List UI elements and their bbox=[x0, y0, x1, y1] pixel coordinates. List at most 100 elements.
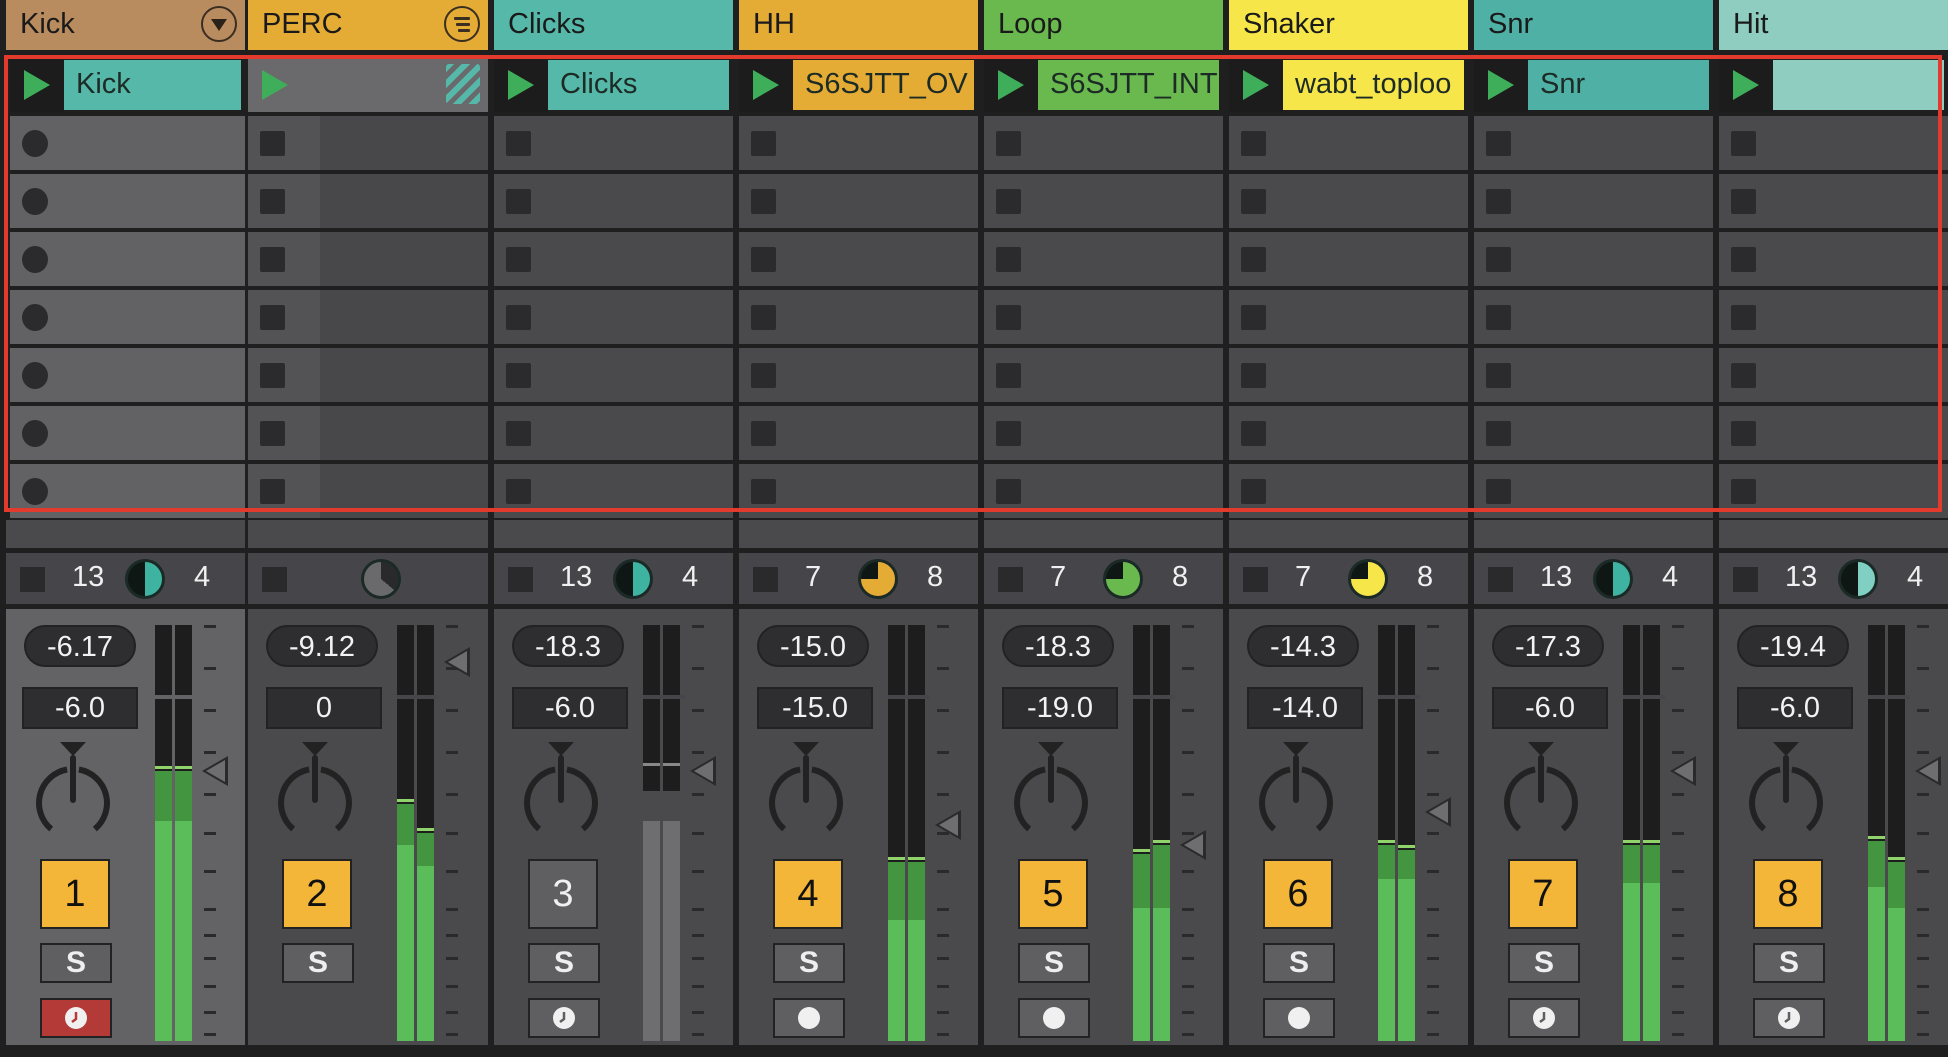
volume-fader-handle[interactable] bbox=[1180, 830, 1206, 861]
clip[interactable]: Kick bbox=[64, 60, 241, 110]
volume-fader-handle[interactable] bbox=[1915, 755, 1941, 786]
stop-clip-icon[interactable] bbox=[1486, 421, 1511, 446]
stop-clip-icon[interactable] bbox=[260, 131, 285, 156]
volume-fader-handle[interactable] bbox=[444, 647, 470, 678]
stop-clip-icon[interactable] bbox=[1241, 305, 1266, 330]
empty-clip-slot[interactable] bbox=[248, 348, 488, 402]
pan-knob[interactable] bbox=[1008, 742, 1094, 838]
empty-clip-slot[interactable] bbox=[1474, 406, 1713, 460]
stop-all-clips-button[interactable] bbox=[20, 567, 45, 592]
stop-clip-icon[interactable] bbox=[1731, 189, 1756, 214]
clip[interactable]: wabt_toploo bbox=[1283, 60, 1464, 110]
stop-all-clips-button[interactable] bbox=[753, 567, 778, 592]
stop-all-clips-button[interactable] bbox=[1243, 567, 1268, 592]
empty-clip-slot[interactable] bbox=[1474, 348, 1713, 402]
empty-clip-slot[interactable] bbox=[1719, 406, 1948, 460]
stop-clip-icon[interactable] bbox=[1241, 247, 1266, 272]
empty-clip-slot[interactable] bbox=[739, 116, 978, 170]
empty-clip-slot[interactable] bbox=[10, 406, 245, 460]
empty-clip-slot[interactable] bbox=[1719, 290, 1948, 344]
play-icon[interactable] bbox=[1488, 70, 1514, 100]
empty-clip-slot[interactable] bbox=[1229, 116, 1468, 170]
track-activator-button[interactable]: 6 bbox=[1263, 859, 1333, 929]
stop-clip-icon[interactable] bbox=[1486, 131, 1511, 156]
clip-slot[interactable]: Kick bbox=[10, 58, 245, 112]
stop-clip-icon[interactable] bbox=[260, 363, 285, 388]
play-icon[interactable] bbox=[1243, 70, 1269, 100]
stop-clip-icon[interactable] bbox=[1241, 421, 1266, 446]
play-icon[interactable] bbox=[753, 70, 779, 100]
pan-knob[interactable] bbox=[30, 742, 116, 838]
stop-clip-icon[interactable] bbox=[1731, 305, 1756, 330]
pan-knob[interactable] bbox=[1743, 742, 1829, 838]
stop-clip-icon[interactable] bbox=[1486, 247, 1511, 272]
stop-clip-icon[interactable] bbox=[751, 189, 776, 214]
empty-clip-slot[interactable] bbox=[1229, 232, 1468, 286]
empty-clip-slot[interactable] bbox=[1719, 232, 1948, 286]
clip[interactable]: Snr bbox=[1528, 60, 1709, 110]
empty-clip-slot[interactable] bbox=[494, 232, 733, 286]
empty-clip-slot[interactable] bbox=[248, 232, 488, 286]
play-icon[interactable] bbox=[1733, 70, 1759, 100]
stop-clip-icon[interactable] bbox=[1486, 479, 1511, 504]
stop-clip-icon[interactable] bbox=[506, 421, 531, 446]
pan-knob[interactable] bbox=[1253, 742, 1339, 838]
empty-clip-slot[interactable] bbox=[1474, 174, 1713, 228]
track-activator-button[interactable]: 3 bbox=[528, 859, 598, 929]
empty-clip-slot[interactable] bbox=[1229, 290, 1468, 344]
solo-button[interactable]: S bbox=[1018, 943, 1090, 983]
empty-clip-slot[interactable] bbox=[494, 406, 733, 460]
volume-fader-handle[interactable] bbox=[1670, 755, 1696, 786]
empty-clip-slot[interactable] bbox=[1719, 116, 1948, 170]
stop-clip-icon[interactable] bbox=[751, 421, 776, 446]
empty-clip-slot[interactable] bbox=[1474, 116, 1713, 170]
empty-clip-slot[interactable] bbox=[984, 116, 1223, 170]
stop-clip-icon[interactable] bbox=[1486, 363, 1511, 388]
pan-knob[interactable] bbox=[272, 742, 358, 838]
stop-clip-icon[interactable] bbox=[506, 305, 531, 330]
empty-clip-slot[interactable] bbox=[10, 464, 245, 518]
arm-button[interactable] bbox=[1263, 998, 1335, 1038]
arm-button[interactable] bbox=[1508, 998, 1580, 1038]
stop-clip-icon[interactable] bbox=[996, 189, 1021, 214]
stop-clip-icon[interactable] bbox=[1731, 247, 1756, 272]
track-header-loop[interactable]: Loop bbox=[984, 0, 1223, 50]
stop-clip-icon[interactable] bbox=[751, 247, 776, 272]
empty-clip-slot[interactable] bbox=[248, 116, 488, 170]
volume-fader-handle[interactable] bbox=[1425, 797, 1451, 828]
stop-clip-icon[interactable] bbox=[1731, 479, 1756, 504]
track-header-hit[interactable]: Hit bbox=[1719, 0, 1948, 50]
clip-slot[interactable]: wabt_toploo bbox=[1229, 58, 1468, 112]
stop-clip-icon[interactable] bbox=[1241, 363, 1266, 388]
clip-slot[interactable]: Snr bbox=[1474, 58, 1713, 112]
stop-clip-icon[interactable] bbox=[751, 305, 776, 330]
stop-clip-icon[interactable] bbox=[506, 247, 531, 272]
clip-slot[interactable] bbox=[1719, 58, 1948, 112]
stop-all-clips-button[interactable] bbox=[998, 567, 1023, 592]
empty-clip-slot[interactable] bbox=[494, 290, 733, 344]
send-value-field[interactable]: -14.0 bbox=[1247, 687, 1363, 729]
record-slot-icon[interactable] bbox=[22, 478, 48, 505]
solo-button[interactable]: S bbox=[773, 943, 845, 983]
track-header-clicks[interactable]: Clicks bbox=[494, 0, 733, 50]
track-header-shaker[interactable]: Shaker bbox=[1229, 0, 1468, 50]
clip[interactable]: S6SJTT_INT bbox=[1038, 60, 1219, 110]
stop-clip-icon[interactable] bbox=[506, 363, 531, 388]
stop-clip-icon[interactable] bbox=[260, 421, 285, 446]
empty-clip-slot[interactable] bbox=[494, 174, 733, 228]
empty-clip-slot[interactable] bbox=[1719, 174, 1948, 228]
record-slot-icon[interactable] bbox=[22, 420, 48, 447]
stop-clip-icon[interactable] bbox=[996, 131, 1021, 156]
empty-clip-slot[interactable] bbox=[739, 348, 978, 402]
arm-button[interactable] bbox=[40, 998, 112, 1038]
play-icon[interactable] bbox=[24, 70, 50, 100]
stop-clip-icon[interactable] bbox=[1731, 421, 1756, 446]
send-value-field[interactable]: -19.0 bbox=[1002, 687, 1118, 729]
empty-clip-slot[interactable] bbox=[739, 290, 978, 344]
stop-all-clips-button[interactable] bbox=[262, 567, 287, 592]
empty-clip-slot[interactable] bbox=[10, 174, 245, 228]
stop-clip-icon[interactable] bbox=[1241, 189, 1266, 214]
empty-clip-slot[interactable] bbox=[984, 348, 1223, 402]
solo-button[interactable]: S bbox=[282, 943, 354, 983]
clip-slot[interactable]: S6SJTT_INT bbox=[984, 58, 1223, 112]
